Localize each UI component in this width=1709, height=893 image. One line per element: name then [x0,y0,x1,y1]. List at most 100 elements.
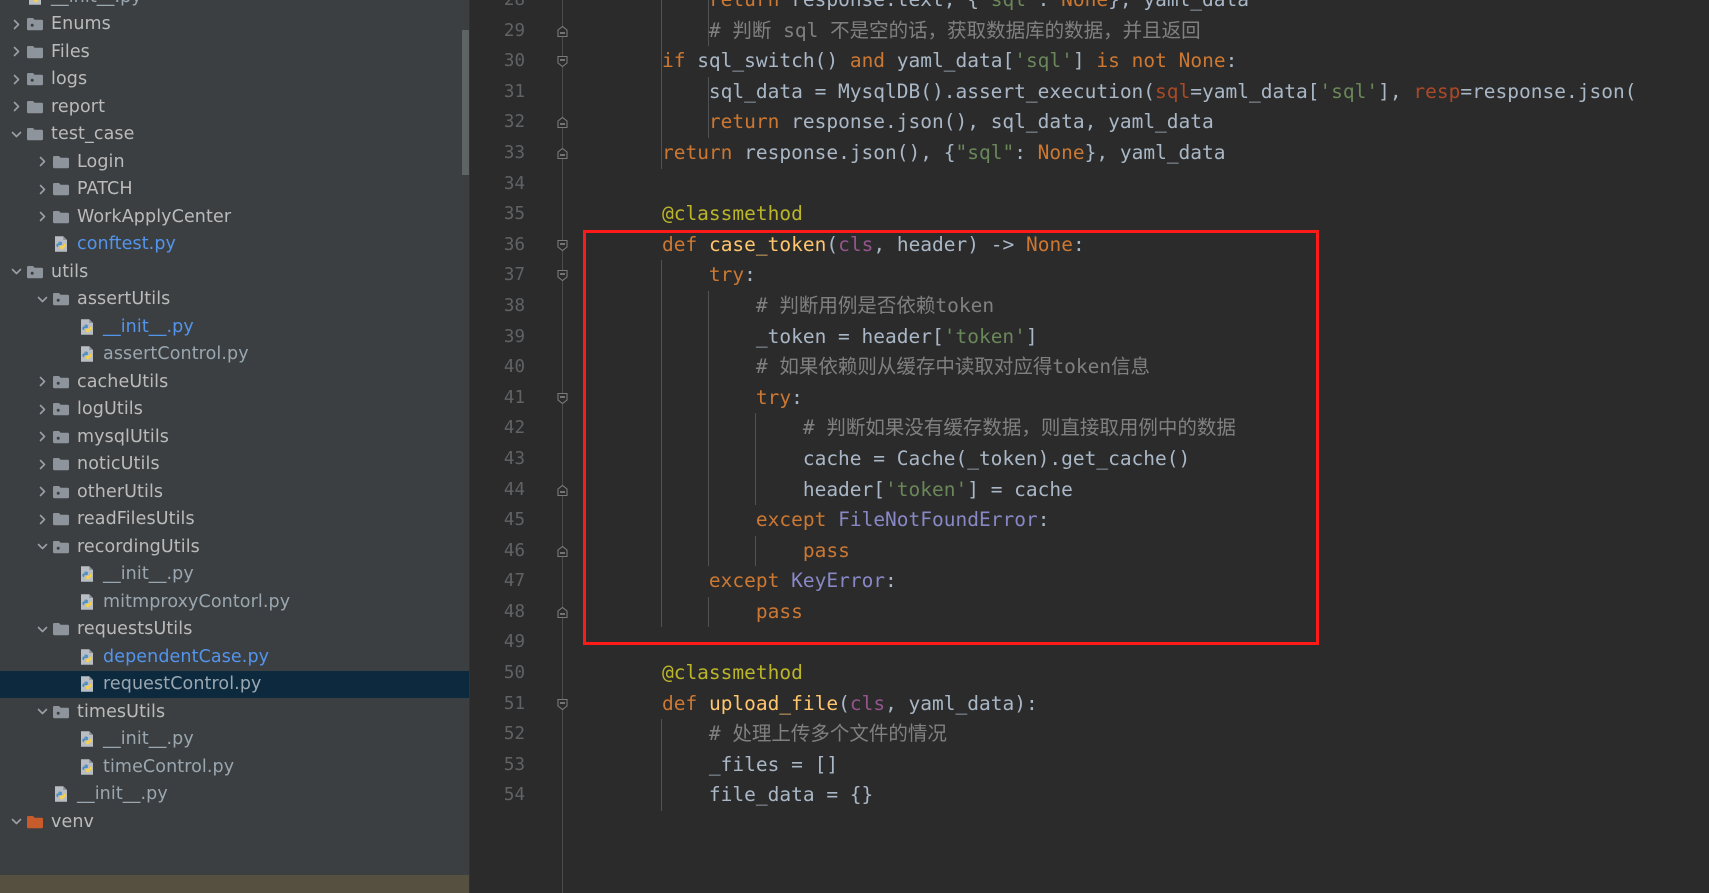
code-line[interactable]: 39 _token = header['token'] [470,321,1709,353]
tree-item--init-py[interactable]: __init__.py [0,781,470,809]
fold-end-icon[interactable] [555,24,570,39]
code-line[interactable]: 29 # 判断 sql 不是空的话，获取数据库的数据，并且返回 [470,15,1709,47]
tree-item--init-py[interactable]: __init__.py [0,313,470,341]
project-tree-list[interactable]: __init__.py Enums Files logs report test_case… [0,0,470,836]
code-text: pass [802,538,850,562]
tree-item-conftest-py[interactable]: conftest.py [0,231,470,259]
code-line[interactable]: 46 pass [470,535,1709,567]
code-line[interactable]: 45 except FileNotFoundError: [470,505,1709,536]
chevron-right-icon[interactable] [34,148,51,176]
code-line[interactable]: 35 @classmethod [470,199,1709,230]
source-folder-icon [51,423,71,451]
tree-item-utils[interactable]: utils [0,258,470,286]
chevron-down-icon[interactable] [8,258,25,286]
fold-end-icon[interactable] [555,544,570,559]
code-line[interactable]: 41 try: [470,382,1709,414]
code-line[interactable]: 28 return response.text, {"sql": None}, … [470,0,1709,16]
chevron-down-icon[interactable] [34,533,51,561]
tree-item-files[interactable]: Files [0,38,470,66]
tree-item-logutils[interactable]: logUtils [0,396,470,424]
tree-item-noticutils[interactable]: noticUtils [0,451,470,479]
code-text: def upload_file(cls, yaml_data): [661,691,1038,715]
chevron-right-icon[interactable] [34,478,51,506]
tree-item-login[interactable]: Login [0,148,470,176]
tree-item-dependentcase-py[interactable]: dependentCase.py [0,643,470,671]
tree-item-timesutils[interactable]: timesUtils [0,698,470,726]
tree-item-recordingutils[interactable]: recordingUtils [0,533,470,561]
code-line[interactable]: 51 def upload_file(cls, yaml_data): [470,689,1709,720]
tree-item-report[interactable]: report [0,93,470,121]
fold-collapse-icon[interactable] [555,54,570,69]
code-editor-panel[interactable]: 28 return response.text, {"sql": None}, … [470,0,1709,893]
chevron-right-icon[interactable] [8,66,25,94]
tree-item-assertutils[interactable]: assertUtils [0,286,470,314]
code-line[interactable]: 54 file_data = {} [470,780,1709,812]
tree-item-label: recordingUtils [77,536,200,557]
chevron-down-icon[interactable] [8,121,25,149]
chevron-right-icon[interactable] [34,451,51,479]
code-line[interactable]: 32 return response.json(), sql_data, yam… [470,107,1709,138]
chevron-right-icon[interactable] [34,203,51,231]
chevron-down-icon[interactable] [34,286,51,314]
tree-item-timecontrol-py[interactable]: timeControl.py [0,753,470,781]
chevron-right-icon[interactable] [34,423,51,451]
tree-item-mysqlutils[interactable]: mysqlUtils [0,423,470,451]
tree-item-requestcontrol-py[interactable]: requestControl.py [0,670,470,698]
tree-item-workapplycenter[interactable]: WorkApplyCenter [0,203,470,231]
sidebar-horizontal-scrollbar[interactable] [0,875,470,893]
tree-item-enums[interactable]: Enums [0,11,470,39]
code-line[interactable]: 33 return response.json(), {"sql": None}… [470,137,1709,169]
chevron-down-icon[interactable] [8,808,25,836]
chevron-right-icon[interactable] [34,176,51,204]
code-line[interactable]: 53 _files = [] [470,749,1709,781]
chevron-right-icon[interactable] [8,93,25,121]
code-line[interactable]: 42 # 判断如果没有缓存数据，则直接取用例中的数据 [470,413,1709,444]
code-line[interactable]: 52 # 处理上传多个文件的情况 [470,719,1709,750]
fold-end-icon[interactable] [555,605,570,620]
chevron-right-icon[interactable] [34,368,51,396]
tree-item-readfilesutils[interactable]: readFilesUtils [0,506,470,534]
tree-item-assertcontrol-py[interactable]: assertControl.py [0,341,470,369]
code-line[interactable]: 37 try: [470,260,1709,291]
code-line[interactable]: 43 cache = Cache(_token).get_cache() [470,443,1709,475]
fold-collapse-icon[interactable] [555,697,570,712]
code-line[interactable]: 34 [470,169,1709,200]
tree-item-patch[interactable]: PATCH [0,176,470,204]
code-line[interactable]: 49 [470,627,1709,658]
fold-end-icon[interactable] [555,483,570,498]
chevron-right-icon[interactable] [8,38,25,66]
sidebar-vertical-scrollbar[interactable] [462,30,469,175]
tree-item-mitmproxycontorl-py[interactable]: mitmproxyContorl.py [0,588,470,616]
fold-collapse-icon[interactable] [555,391,570,406]
chevron-down-icon[interactable] [34,698,51,726]
fold-collapse-icon[interactable] [555,238,570,253]
tree-item-requestsutils[interactable]: requestsUtils [0,616,470,644]
code-line[interactable]: 36 def case_token(cls, header) -> None: [470,230,1709,261]
code-lines[interactable]: 28 return response.text, {"sql": None}, … [470,0,1709,812]
fold-end-icon[interactable] [555,146,570,161]
code-line[interactable]: 30 if sql_switch() and yaml_data['sql'] … [470,46,1709,77]
tree-item-venv[interactable]: venv [0,808,470,836]
fold-end-icon[interactable] [555,115,570,130]
chevron-right-icon[interactable] [34,506,51,534]
tree-item-cacheutils[interactable]: cacheUtils [0,368,470,396]
code-line[interactable]: 40 # 如果依赖则从缓存中读取对应得token信息 [470,352,1709,383]
tree-item-test-case[interactable]: test_case [0,121,470,149]
code-line[interactable]: 50 @classmethod [470,658,1709,689]
tree-item--init-py[interactable]: __init__.py [0,0,470,11]
chevron-down-icon[interactable] [34,616,51,644]
code-line[interactable]: 38 # 判断用例是否依赖token [470,290,1709,322]
chevron-right-icon[interactable] [34,396,51,424]
tree-item--init-py[interactable]: __init__.py [0,561,470,589]
tree-item-logs[interactable]: logs [0,66,470,94]
chevron-right-icon[interactable] [8,11,25,39]
fold-collapse-icon[interactable] [555,268,570,283]
code-text: return response.json(), {"sql": None}, y… [661,140,1226,164]
project-tree-panel[interactable]: __init__.py Enums Files logs report test_case… [0,0,470,893]
code-line[interactable]: 47 except KeyError: [470,566,1709,597]
code-line[interactable]: 44 header['token'] = cache [470,474,1709,506]
code-line[interactable]: 31 sql_data = MysqlDB().assert_execution… [470,76,1709,108]
code-line[interactable]: 48 pass [470,596,1709,628]
tree-item--init-py[interactable]: __init__.py [0,726,470,754]
tree-item-otherutils[interactable]: otherUtils [0,478,470,506]
